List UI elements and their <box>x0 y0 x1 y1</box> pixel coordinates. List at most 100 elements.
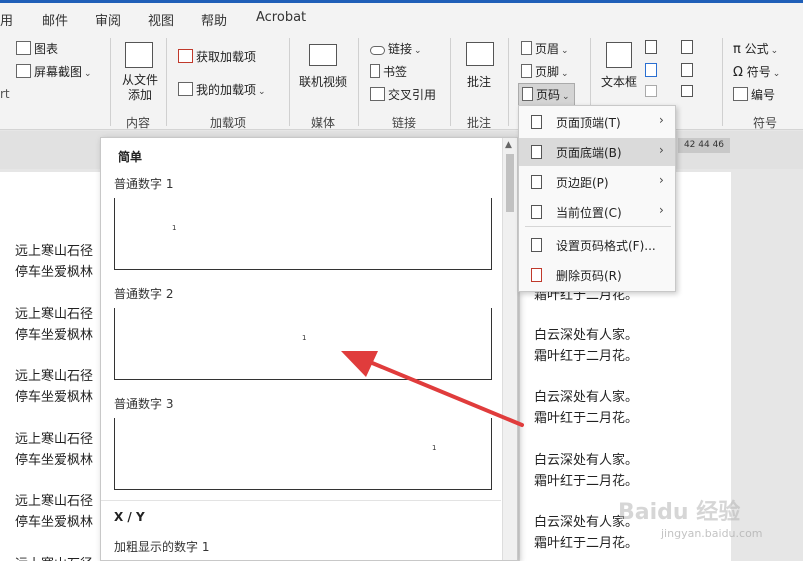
links-group-label: 链接 <box>392 116 417 130</box>
formula-button[interactable]: π 公式 ⌄ <box>733 40 778 57</box>
tab-help[interactable]: 帮助 <box>201 10 227 29</box>
cross-reference-button[interactable]: 交叉引用 <box>370 86 436 103</box>
format-page-number-icon <box>531 238 542 252</box>
quick-parts-icon[interactable] <box>645 40 657 54</box>
menu-item-current-position[interactable]: 当前位置(C) › <box>519 198 675 226</box>
poem-line: 停车坐爱枫林 <box>15 515 94 530</box>
tab-view[interactable]: 视图 <box>148 10 174 29</box>
symbol-button[interactable]: Ω 符号 ⌄ <box>733 63 780 80</box>
poem-line: 远上寒山石径 <box>15 369 94 384</box>
page-top-icon <box>531 115 542 129</box>
gallery-item-label: 普通数字 2 <box>114 287 174 301</box>
addins-group-label: 加载项 <box>210 116 247 130</box>
scrollbar-thumb[interactable] <box>506 154 514 212</box>
menu-item-remove-page-numbers[interactable]: 删除页码(R) <box>519 261 675 289</box>
scroll-up-icon[interactable]: ▲ <box>505 140 512 150</box>
poem-line: 远上寒山石径 <box>15 553 93 561</box>
number-icon <box>733 87 748 101</box>
poem-line: 停车坐爱枫林 <box>15 265 94 280</box>
from-file-button[interactable]: 从文件添加 <box>120 73 160 103</box>
tab-mailings[interactable]: 邮件 <box>42 10 68 29</box>
gallery-section-xy: X / Y <box>114 510 145 524</box>
symbols-group-label: 符号 <box>753 116 778 130</box>
tab-use[interactable]: 用 <box>0 10 13 29</box>
chevron-down-icon: ⌄ <box>414 46 422 56</box>
textbox-button[interactable]: 文本框 <box>601 73 637 90</box>
ribbon: 图表 屏幕截图 ⌄ rt 从文件添加 内容 获取加载项 我的加载项 ⌄ 加载项 联机… <box>0 32 803 130</box>
poem-line: 霜叶红于二月花。 <box>534 536 639 551</box>
gallery-section-simple: 简单 <box>118 150 143 164</box>
gallery-thumb-plain-1[interactable]: 1 <box>114 198 492 270</box>
page-number-icon <box>522 87 533 101</box>
group-separator <box>110 38 111 126</box>
footer-button[interactable]: 页脚 ⌄ <box>521 63 569 80</box>
my-addins-button[interactable]: 我的加载项 ⌄ <box>178 81 266 98</box>
group-separator <box>508 38 509 126</box>
menu-item-bottom-of-page[interactable]: 页面底端(B) › <box>519 138 675 166</box>
omega-icon: Ω <box>733 65 743 80</box>
poem-line: 白云深处有人家。 <box>534 390 639 405</box>
chevron-down-icon: ⌄ <box>770 46 779 56</box>
page-number-gallery: 简单 普通数字 1 1 普通数字 2 1 普通数字 3 1 X / Y 加粗显示… <box>100 137 518 561</box>
comment-button[interactable]: 批注 <box>467 73 491 90</box>
ribbon-tab-bar: 用 邮件 审阅 视图 帮助 Acrobat <box>0 3 803 32</box>
pi-icon: π <box>733 42 741 57</box>
group-separator <box>358 38 359 126</box>
chevron-down-icon: ⌄ <box>772 69 781 79</box>
poem-line: 远上寒山石径 <box>15 494 94 509</box>
chart-button[interactable]: 图表 <box>16 40 58 57</box>
group-separator <box>289 38 290 126</box>
tab-acrobat[interactable]: Acrobat <box>256 10 306 25</box>
rt-label: rt <box>0 87 10 101</box>
link-icon <box>370 46 385 55</box>
gallery-item-label: 普通数字 1 <box>114 177 174 191</box>
link-button[interactable]: 链接 ⌄ <box>370 40 422 57</box>
menu-item-top-of-page[interactable]: 页面顶端(T) › <box>519 108 675 136</box>
poem-line: 霜叶红于二月花。 <box>534 474 639 489</box>
signature-line-icon[interactable] <box>681 40 693 54</box>
page-number-button[interactable]: 页码 ⌄ <box>518 83 575 106</box>
poem-line: 霜叶红于二月花。 <box>534 349 639 364</box>
drop-cap-icon[interactable] <box>645 85 657 97</box>
chevron-down-icon: ⌄ <box>561 69 569 79</box>
content-group-label: 内容 <box>126 116 151 130</box>
chart-icon <box>16 41 31 55</box>
comment-icon <box>466 42 494 66</box>
store-icon <box>178 49 193 63</box>
bookmark-button[interactable]: 书签 <box>370 63 407 80</box>
chevron-right-icon: › <box>659 143 664 157</box>
page-number-preview: 1 <box>302 334 307 342</box>
header-button[interactable]: 页眉 ⌄ <box>521 40 569 57</box>
from-file-icon <box>125 42 153 68</box>
poem-line: 白云深处有人家。 <box>534 328 639 343</box>
tab-review[interactable]: 审阅 <box>95 10 121 29</box>
online-video-button[interactable]: 联机视频 <box>299 73 347 90</box>
gallery-thumb-plain-2[interactable]: 1 <box>114 308 492 380</box>
menu-separator <box>525 226 671 227</box>
menu-item-format-page-numbers[interactable]: 设置页码格式(F)... <box>519 231 675 259</box>
chevron-right-icon: › <box>659 173 664 187</box>
wordart-icon[interactable] <box>645 63 657 77</box>
date-time-icon[interactable] <box>681 63 693 77</box>
gallery-item-label: 加粗显示的数字 1 <box>114 540 210 554</box>
poem-line: 停车坐爱枫林 <box>15 390 94 405</box>
cross-reference-icon <box>370 87 385 101</box>
screenshot-icon <box>16 64 31 78</box>
number-button[interactable]: 编号 <box>733 86 775 103</box>
comments-group-label: 批注 <box>467 116 492 130</box>
gallery-thumb-plain-3[interactable]: 1 <box>114 418 492 490</box>
chevron-down-icon: ⌄ <box>258 87 266 97</box>
menu-item-page-margins[interactable]: 页边距(P) › <box>519 168 675 196</box>
group-separator <box>166 38 167 126</box>
chevron-right-icon: › <box>659 113 664 127</box>
gallery-item-label: 普通数字 3 <box>114 397 174 411</box>
object-icon[interactable] <box>681 85 693 97</box>
page-margin-icon <box>531 175 542 189</box>
get-addins-button[interactable]: 获取加载项 <box>178 48 256 65</box>
poem-line: 远上寒山石径 <box>15 432 94 447</box>
gallery-divider <box>101 500 501 501</box>
video-icon <box>309 44 337 66</box>
poem-line: 停车坐爱枫林 <box>15 328 94 343</box>
screenshot-button[interactable]: 屏幕截图 ⌄ <box>16 63 92 80</box>
header-icon <box>521 41 532 55</box>
